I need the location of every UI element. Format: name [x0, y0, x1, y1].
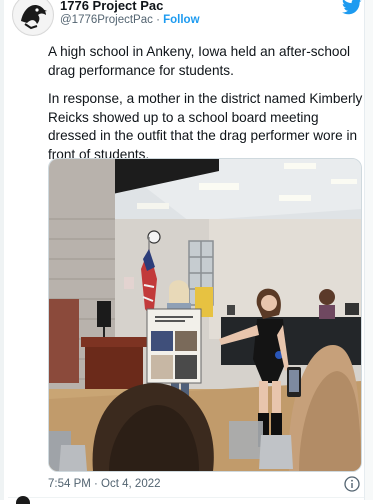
tweet-divider	[8, 497, 364, 498]
account-handle[interactable]: @1776ProjectPac	[60, 14, 153, 26]
info-icon[interactable]	[344, 476, 360, 492]
tweet-paragraph: In response, a mother in the district na…	[48, 91, 363, 162]
avatar[interactable]	[12, 0, 54, 36]
tweet-photo[interactable]	[48, 158, 362, 472]
twitter-bird-icon[interactable]	[342, 0, 362, 16]
page-gutter	[0, 0, 4, 500]
school-board-meeting-photo	[49, 159, 361, 471]
tweet-paragraph: A high school in Ankeny, Iowa held an af…	[48, 44, 351, 78]
eagle-logo-icon	[14, 0, 52, 34]
follow-button[interactable]: Follow	[163, 14, 199, 26]
tweet-body: A high school in Ankeny, Iowa held an af…	[48, 43, 363, 174]
account-handle-row: @1776ProjectPac · Follow	[60, 14, 200, 26]
tweet-header: 1776 Project Pac @1776ProjectPac · Follo…	[8, 0, 364, 36]
tweet-timestamp[interactable]: 7:54 PM · Oct 4, 2022	[48, 478, 161, 490]
avatar[interactable]	[16, 496, 30, 504]
account-name[interactable]: 1776 Project Pac	[60, 0, 163, 13]
page-scrollbar[interactable]	[364, 0, 373, 500]
